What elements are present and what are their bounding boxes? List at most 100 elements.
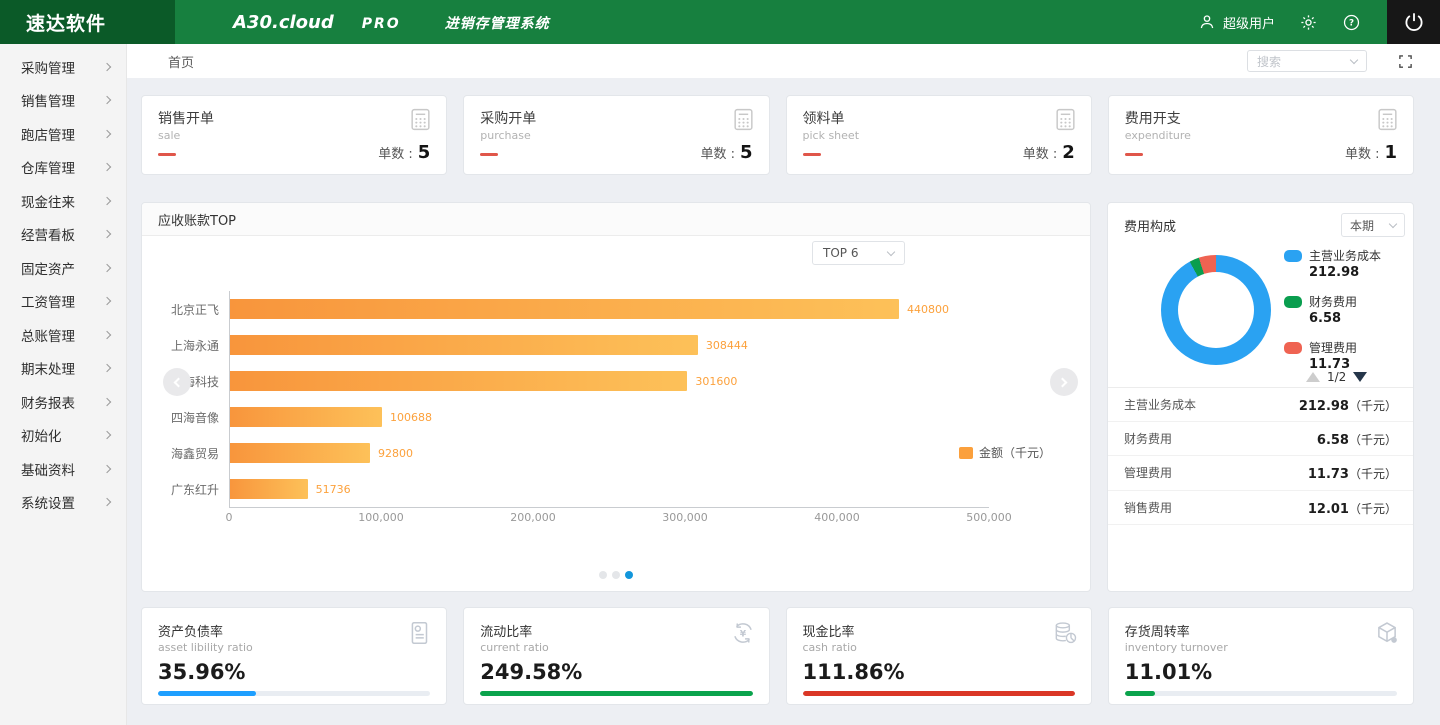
chevron-right-icon xyxy=(103,465,111,473)
bar[interactable] xyxy=(229,299,899,319)
bar-category-label: 海鑫贸易 xyxy=(158,445,229,462)
sidebar-item-3[interactable]: 仓库管理 xyxy=(0,151,126,185)
stat-card-subtitle: sale xyxy=(158,129,430,142)
chevron-right-icon xyxy=(1058,377,1068,387)
bar-row: 海鑫贸易92800 xyxy=(158,435,989,471)
carousel-dots xyxy=(142,571,1090,579)
sidebar-item-7[interactable]: 工资管理 xyxy=(0,285,126,319)
bar[interactable] xyxy=(229,371,687,391)
stat-card-title: 领料单 xyxy=(803,108,1075,128)
search-input[interactable]: 搜索 xyxy=(1247,50,1367,72)
svg-text:?: ? xyxy=(1349,18,1354,28)
ratio-card-subtitle: asset libility ratio xyxy=(158,641,430,654)
period-select[interactable]: 本期 xyxy=(1341,213,1405,237)
bar-row: 洪海科技301600 xyxy=(158,363,989,399)
sidebar-item-4[interactable]: 现金往来 xyxy=(0,184,126,218)
page-down-button[interactable] xyxy=(1353,372,1367,382)
chevron-down-icon xyxy=(1350,55,1358,63)
stat-card-count: 单数 :2 xyxy=(1023,142,1075,163)
gear-icon[interactable] xyxy=(1299,13,1318,32)
sidebar-item-label: 期末处理 xyxy=(21,358,75,378)
dashboard-content: 销售开单sale单数 :5采购开单purchase单数 :5领料单pick sh… xyxy=(127,78,1440,725)
stat-card-title: 采购开单 xyxy=(480,108,752,128)
ratio-progress-fill xyxy=(1125,691,1155,696)
page-indicator: 1/2 xyxy=(1327,370,1346,384)
legend-swatch xyxy=(959,447,973,459)
expense-row: 财务费用6.58（千元） xyxy=(1108,422,1413,457)
sidebar-item-label: 初始化 xyxy=(21,425,62,445)
calculator-icon xyxy=(731,107,756,136)
carousel-dot-3[interactable] xyxy=(625,571,633,579)
bar[interactable] xyxy=(229,479,308,499)
ratio-card-value: 11.01% xyxy=(1125,660,1397,684)
calculator-icon xyxy=(1375,107,1400,136)
ratio-card-subtitle: inventory turnover xyxy=(1125,641,1397,654)
carousel-dot-1[interactable] xyxy=(599,571,607,579)
sidebar-item-label: 经营看板 xyxy=(21,224,75,244)
sidebar-item-label: 财务报表 xyxy=(21,392,75,412)
stat-card-0[interactable]: 销售开单sale单数 :5 xyxy=(141,95,447,175)
x-axis-tick: 500,000 xyxy=(966,511,1012,524)
carousel-next-button[interactable] xyxy=(1050,368,1078,396)
sidebar-item-label: 现金往来 xyxy=(21,191,75,211)
sidebar-item-13[interactable]: 系统设置 xyxy=(0,486,126,520)
ratio-card-1[interactable]: 流动比率current ratio¥249.58% xyxy=(463,607,769,705)
bar[interactable] xyxy=(229,443,370,463)
stat-card-dash xyxy=(1125,153,1143,156)
sidebar-item-10[interactable]: 财务报表 xyxy=(0,385,126,419)
carousel-dot-2[interactable] xyxy=(612,571,620,579)
sidebar-item-6[interactable]: 固定资产 xyxy=(0,251,126,285)
sidebar-item-5[interactable]: 经营看板 xyxy=(0,218,126,252)
x-axis-tick: 400,000 xyxy=(814,511,860,524)
chevron-right-icon xyxy=(103,264,111,272)
logout-button[interactable] xyxy=(1387,0,1440,44)
sidebar-item-0[interactable]: 采购管理 xyxy=(0,50,126,84)
legend-label: 主营业务成本 xyxy=(1309,247,1381,264)
expense-row-value: 11.73（千元） xyxy=(1308,463,1397,482)
ratio-progress-track xyxy=(1125,691,1397,696)
fullscreen-icon[interactable] xyxy=(1398,54,1413,69)
power-icon xyxy=(1403,11,1425,33)
stat-card-2[interactable]: 领料单pick sheet单数 :2 xyxy=(786,95,1092,175)
sidebar-item-2[interactable]: 跑店管理 xyxy=(0,117,126,151)
user-menu[interactable]: 超级用户 xyxy=(1198,13,1275,32)
chevron-right-icon xyxy=(103,297,111,305)
stat-card-count: 单数 :5 xyxy=(700,142,752,163)
stat-card-title: 销售开单 xyxy=(158,108,430,128)
chevron-right-icon xyxy=(103,331,111,339)
stat-card-subtitle: purchase xyxy=(480,129,752,142)
stat-card-3[interactable]: 费用开支expenditure单数 :1 xyxy=(1108,95,1414,175)
search-placeholder: 搜索 xyxy=(1257,53,1281,70)
bar[interactable] xyxy=(229,407,382,427)
chevron-right-icon xyxy=(103,63,111,71)
ratio-card-3[interactable]: 存货周转率inventory turnover 11.01% xyxy=(1108,607,1414,705)
bar[interactable] xyxy=(229,335,698,355)
sidebar-item-9[interactable]: 期末处理 xyxy=(0,352,126,386)
ratio-card-0[interactable]: 资产负债率asset libility ratio35.96% xyxy=(141,607,447,705)
chevron-right-icon xyxy=(103,498,111,506)
bar-category-label: 广东红升 xyxy=(158,481,229,498)
page-up-button[interactable] xyxy=(1306,372,1320,382)
sidebar-item-1[interactable]: 销售管理 xyxy=(0,84,126,118)
ratio-card-title: 存货周转率 xyxy=(1125,621,1397,640)
bar-value-label: 51736 xyxy=(316,483,351,496)
help-icon[interactable]: ? xyxy=(1342,13,1361,32)
sidebar-item-12[interactable]: 基础资料 xyxy=(0,452,126,486)
chevron-right-icon xyxy=(103,398,111,406)
sidebar-item-8[interactable]: 总账管理 xyxy=(0,318,126,352)
breadcrumb[interactable]: 首页 xyxy=(168,52,194,71)
top-n-select[interactable]: TOP 6 xyxy=(812,241,905,265)
expense-legend: 主营业务成本212.98财务费用6.58管理费用11.73 xyxy=(1284,247,1381,385)
sidebar-item-11[interactable]: 初始化 xyxy=(0,419,126,453)
ratio-card-2[interactable]: 现金比率cash ratio111.86% xyxy=(786,607,1092,705)
sidebar-item-label: 工资管理 xyxy=(21,291,75,311)
sidebar-item-label: 基础资料 xyxy=(21,459,75,479)
x-axis-tick: 300,000 xyxy=(662,511,708,524)
ratio-progress-track xyxy=(803,691,1075,696)
legend-swatch xyxy=(1284,250,1302,262)
system-name: 进销存管理系统 xyxy=(445,13,550,33)
bar-row: 上海永通308444 xyxy=(158,327,989,363)
carousel-prev-button[interactable] xyxy=(163,368,191,396)
app-root: 速达软件 A30.cloud PRO 进销存管理系统 超级用户 ? xyxy=(0,0,1440,725)
stat-card-1[interactable]: 采购开单purchase单数 :5 xyxy=(463,95,769,175)
